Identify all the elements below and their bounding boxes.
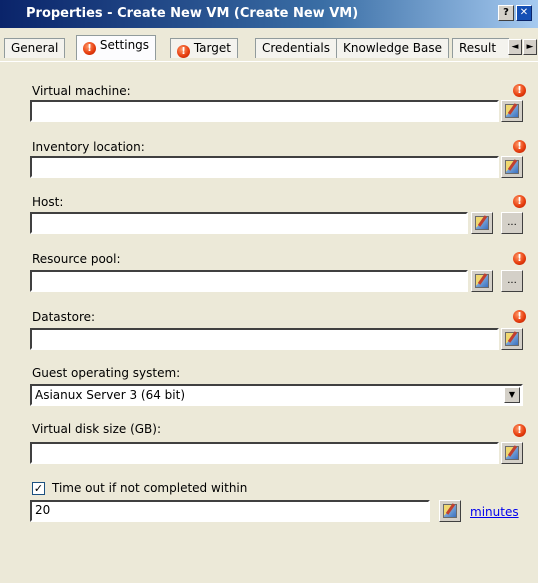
datastore-warning-icon: ! (513, 310, 526, 323)
host-label: Host: (32, 195, 64, 209)
tab-target[interactable]: ! Target (170, 38, 238, 58)
resource-pool-warning-icon: ! (513, 252, 526, 265)
disk-size-input[interactable] (30, 442, 499, 464)
inventory-location-label: Inventory location: (32, 140, 145, 154)
disk-size-warning-icon: ! (513, 424, 526, 437)
tab-result[interactable]: Result (452, 38, 509, 58)
inventory-location-warning-icon: ! (513, 140, 526, 153)
tab-bar: General ! Settings ! Target Credentials … (0, 34, 538, 62)
tab-scroll-left-icon[interactable]: ◄ (508, 39, 522, 55)
virtual-machine-warning-icon: ! (513, 84, 526, 97)
tab-label: Credentials (262, 41, 331, 55)
datastore-input[interactable] (30, 328, 499, 350)
virtual-machine-input[interactable] (30, 100, 499, 122)
datastore-label: Datastore: (32, 310, 96, 324)
host-edit-button[interactable] (471, 212, 493, 234)
settings-panel: Virtual machine: ! Inventory location: !… (17, 62, 537, 583)
inventory-location-input[interactable] (30, 156, 499, 178)
tab-knowledge-base[interactable]: Knowledge Base (336, 38, 449, 58)
timeout-checkbox[interactable]: ✓ (32, 482, 45, 495)
tab-credentials[interactable]: Credentials (255, 38, 338, 58)
datastore-edit-button[interactable] (501, 328, 523, 350)
disk-size-label: Virtual disk size (GB): (32, 422, 162, 436)
host-warning-icon: ! (513, 195, 526, 208)
dropdown-arrow-icon[interactable]: ▼ (504, 387, 520, 403)
tab-label: General (11, 41, 59, 55)
guest-os-value: Asianux Server 3 (64 bit) (35, 388, 185, 402)
guest-os-label: Guest operating system: (32, 366, 181, 380)
minutes-link[interactable]: minutes (470, 505, 519, 519)
tab-settings[interactable]: ! Settings (76, 35, 157, 60)
timeout-input[interactable]: 20 (30, 500, 430, 522)
warning-icon: ! (83, 42, 96, 55)
close-button[interactable]: ✕ (516, 5, 532, 21)
tab-label: Result (459, 41, 497, 55)
tab-label: Settings (99, 38, 150, 52)
resource-pool-label: Resource pool: (32, 252, 121, 266)
host-input[interactable] (30, 212, 468, 234)
tab-label: Target (193, 41, 231, 55)
help-button[interactable]: ? (498, 5, 514, 21)
window-title: Properties - Create New VM (Create New V… (26, 6, 359, 21)
tab-scroll-right-icon[interactable]: ► (523, 39, 537, 55)
virtual-machine-edit-button[interactable] (501, 100, 523, 122)
inventory-location-edit-button[interactable] (501, 156, 523, 178)
tab-general[interactable]: General (4, 38, 66, 58)
title-bar: Properties - Create New VM (Create New V… (0, 0, 538, 28)
resource-pool-browse-button[interactable]: ... (501, 270, 523, 292)
resource-pool-edit-button[interactable] (471, 270, 493, 292)
resource-pool-input[interactable] (30, 270, 468, 292)
timeout-label: Time out if not completed within (52, 481, 248, 495)
warning-icon: ! (177, 45, 190, 58)
timeout-edit-button[interactable] (439, 500, 461, 522)
guest-os-select[interactable]: Asianux Server 3 (64 bit) ▼ (30, 384, 523, 406)
tab-label: Knowledge Base (343, 41, 442, 55)
disk-size-edit-button[interactable] (501, 442, 523, 464)
virtual-machine-label: Virtual machine: (32, 84, 131, 98)
host-browse-button[interactable]: ... (501, 212, 523, 234)
